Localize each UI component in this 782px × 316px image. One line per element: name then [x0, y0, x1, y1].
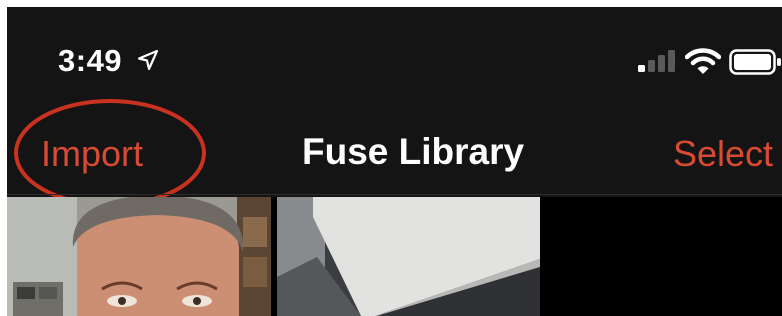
- photo-thumbnail-selfie[interactable]: [7, 197, 271, 316]
- cellular-signal-icon: [638, 50, 675, 72]
- wifi-icon: [685, 48, 721, 74]
- status-time: 3:49: [58, 43, 123, 78]
- annotation-circle: [14, 99, 206, 207]
- location-arrow-icon: [137, 49, 159, 71]
- nav-divider: [7, 194, 782, 195]
- page-title: Fuse Library: [302, 131, 525, 172]
- app-screen: 3:49 Import Fuse Library Select: [7, 7, 782, 316]
- photo-grid: [7, 197, 782, 316]
- photo-thumbnail-table-corner[interactable]: [277, 197, 540, 316]
- select-button[interactable]: Select: [673, 133, 773, 175]
- battery-icon: [729, 49, 781, 75]
